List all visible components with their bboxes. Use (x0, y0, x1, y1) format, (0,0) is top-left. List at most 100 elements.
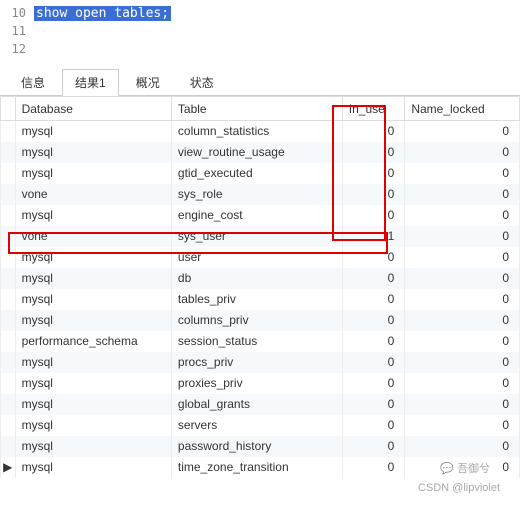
cell-table[interactable]: sys_user (171, 226, 342, 247)
cell-database[interactable]: vone (15, 226, 171, 247)
cell-database[interactable]: mysql (15, 436, 171, 457)
row-selector[interactable] (1, 142, 16, 163)
cell-in-use[interactable]: 0 (342, 394, 405, 415)
table-row[interactable]: mysqltables_priv00 (1, 289, 520, 310)
table-row[interactable]: mysqlglobal_grants00 (1, 394, 520, 415)
cell-in-use[interactable]: 0 (342, 142, 405, 163)
cell-name-locked[interactable]: 0 (405, 247, 520, 268)
cell-table[interactable]: user (171, 247, 342, 268)
cell-in-use[interactable]: 0 (342, 247, 405, 268)
cell-in-use[interactable]: 1 (342, 226, 405, 247)
col-table[interactable]: Table (171, 97, 342, 121)
cell-table[interactable]: db (171, 268, 342, 289)
editor-line[interactable]: 10show open tables; (0, 4, 520, 22)
cell-name-locked[interactable]: 0 (405, 163, 520, 184)
table-row[interactable]: mysqlcolumns_priv00 (1, 310, 520, 331)
row-selector[interactable] (1, 226, 16, 247)
cell-database[interactable]: mysql (15, 352, 171, 373)
editor-line[interactable]: 11 (0, 22, 520, 40)
sql-editor[interactable]: 10show open tables;1112 (0, 0, 520, 62)
table-row[interactable]: mysqldb00 (1, 268, 520, 289)
tab-概况[interactable]: 概况 (123, 69, 173, 96)
tab-状态[interactable]: 状态 (177, 69, 227, 96)
cell-name-locked[interactable]: 0 (405, 226, 520, 247)
cell-table[interactable]: session_status (171, 331, 342, 352)
cell-database[interactable]: mysql (15, 394, 171, 415)
results-table[interactable]: Database Table In_use Name_locked mysqlc… (0, 96, 520, 478)
cell-database[interactable]: mysql (15, 205, 171, 226)
cell-name-locked[interactable]: 0 (405, 142, 520, 163)
cell-table[interactable]: procs_priv (171, 352, 342, 373)
cell-database[interactable]: mysql (15, 268, 171, 289)
table-row[interactable]: mysqlproxies_priv00 (1, 373, 520, 394)
row-selector[interactable] (1, 310, 16, 331)
row-selector[interactable] (1, 394, 16, 415)
cell-in-use[interactable]: 0 (342, 268, 405, 289)
cell-database[interactable]: mysql (15, 121, 171, 142)
table-row[interactable]: mysqlpassword_history00 (1, 436, 520, 457)
cell-name-locked[interactable]: 0 (405, 310, 520, 331)
cell-in-use[interactable]: 0 (342, 457, 405, 478)
table-row[interactable]: mysqlengine_cost00 (1, 205, 520, 226)
cell-in-use[interactable]: 0 (342, 205, 405, 226)
table-header-row[interactable]: Database Table In_use Name_locked (1, 97, 520, 121)
editor-line[interactable]: 12 (0, 40, 520, 58)
cell-database[interactable]: mysql (15, 415, 171, 436)
table-row[interactable]: mysqlcolumn_statistics00 (1, 121, 520, 142)
cell-table[interactable]: password_history (171, 436, 342, 457)
table-row[interactable]: mysqlservers00 (1, 415, 520, 436)
cell-database[interactable]: mysql (15, 142, 171, 163)
cell-database[interactable]: mysql (15, 373, 171, 394)
cell-name-locked[interactable]: 0 (405, 394, 520, 415)
cell-in-use[interactable]: 0 (342, 436, 405, 457)
cell-database[interactable]: mysql (15, 457, 171, 478)
row-selector[interactable] (1, 205, 16, 226)
cell-table[interactable]: sys_role (171, 184, 342, 205)
row-selector[interactable] (1, 352, 16, 373)
cell-table[interactable]: view_routine_usage (171, 142, 342, 163)
col-database[interactable]: Database (15, 97, 171, 121)
cell-database[interactable]: performance_schema (15, 331, 171, 352)
cell-database[interactable]: mysql (15, 163, 171, 184)
row-selector[interactable] (1, 331, 16, 352)
table-row[interactable]: vonesys_user10 (1, 226, 520, 247)
cell-in-use[interactable]: 0 (342, 373, 405, 394)
cell-database[interactable]: vone (15, 184, 171, 205)
table-row[interactable]: mysqluser00 (1, 247, 520, 268)
cell-in-use[interactable]: 0 (342, 352, 405, 373)
cell-in-use[interactable]: 0 (342, 163, 405, 184)
table-row[interactable]: mysqlview_routine_usage00 (1, 142, 520, 163)
table-row[interactable]: mysqlgtid_executed00 (1, 163, 520, 184)
cell-name-locked[interactable]: 0 (405, 121, 520, 142)
cell-table[interactable]: proxies_priv (171, 373, 342, 394)
cell-in-use[interactable]: 0 (342, 121, 405, 142)
cell-name-locked[interactable]: 0 (405, 436, 520, 457)
row-selector[interactable] (1, 268, 16, 289)
table-row[interactable]: mysqlprocs_priv00 (1, 352, 520, 373)
row-selector[interactable] (1, 415, 16, 436)
row-selector[interactable] (1, 163, 16, 184)
cell-name-locked[interactable]: 0 (405, 352, 520, 373)
row-selector[interactable] (1, 247, 16, 268)
cell-name-locked[interactable]: 0 (405, 289, 520, 310)
tab-结果1[interactable]: 结果1 (62, 69, 119, 96)
cell-name-locked[interactable]: 0 (405, 373, 520, 394)
row-selector[interactable] (1, 373, 16, 394)
cell-name-locked[interactable]: 0 (405, 268, 520, 289)
cell-table[interactable]: time_zone_transition (171, 457, 342, 478)
col-name-locked[interactable]: Name_locked (405, 97, 520, 121)
cell-database[interactable]: mysql (15, 289, 171, 310)
row-selector[interactable] (1, 184, 16, 205)
cell-in-use[interactable]: 0 (342, 184, 405, 205)
row-selector[interactable] (1, 121, 16, 142)
cell-table[interactable]: column_statistics (171, 121, 342, 142)
col-in-use[interactable]: In_use (342, 97, 405, 121)
table-row[interactable]: vonesys_role00 (1, 184, 520, 205)
cell-name-locked[interactable]: 0 (405, 205, 520, 226)
cell-table[interactable]: engine_cost (171, 205, 342, 226)
cell-table[interactable]: global_grants (171, 394, 342, 415)
cell-in-use[interactable]: 0 (342, 289, 405, 310)
row-selector[interactable] (1, 289, 16, 310)
cell-table[interactable]: gtid_executed (171, 163, 342, 184)
cell-database[interactable]: mysql (15, 310, 171, 331)
